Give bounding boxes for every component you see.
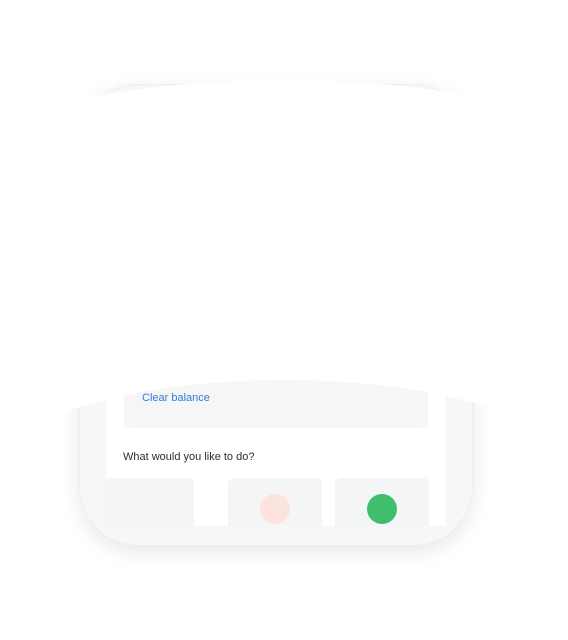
action-icon (367, 494, 397, 524)
action-tile[interactable] (106, 478, 194, 526)
battery-icon (408, 122, 426, 131)
eye-hidden-icon[interactable] (284, 290, 298, 300)
wifi-icon (391, 122, 403, 131)
wallet-balance-amount: ₦ 10,000.00 (142, 282, 260, 305)
card-divider (124, 326, 428, 327)
actions-heading: What would you like to do? (123, 451, 255, 463)
status-icons (371, 122, 426, 131)
side-button (76, 222, 80, 266)
greeting-text: Good afternoon (128, 176, 215, 190)
repayment-hint: See how much you will be paying back (142, 368, 323, 380)
wallet-balance-label: Wallet balance (142, 264, 211, 276)
repayment-date: September 22, 2022. (264, 348, 368, 360)
action-tile[interactable] (228, 478, 322, 526)
repayment-prefix: Your repayment is due for (142, 348, 265, 360)
side-button (472, 262, 476, 332)
signal-icon (371, 122, 386, 131)
status-time: 9:41 (134, 120, 161, 135)
side-button (76, 280, 80, 324)
action-tile[interactable] (335, 478, 429, 526)
app-screen: 9:41 Good afternoon Austin Wallet balanc… (106, 106, 446, 526)
action-icon (260, 494, 290, 524)
repayment-due-text: Your repayment is due for September 22, … (142, 348, 368, 360)
phone-camera (305, 108, 317, 120)
side-button (76, 180, 80, 206)
user-name: Austin (128, 196, 184, 218)
phone-speaker (254, 113, 298, 119)
phone-notch (188, 106, 364, 134)
clear-balance-link[interactable]: Clear balance (142, 392, 210, 404)
avatar[interactable] (396, 178, 430, 212)
wallet-card: Wallet balance ₦ 10,000.00 Your repaymen… (124, 240, 428, 428)
